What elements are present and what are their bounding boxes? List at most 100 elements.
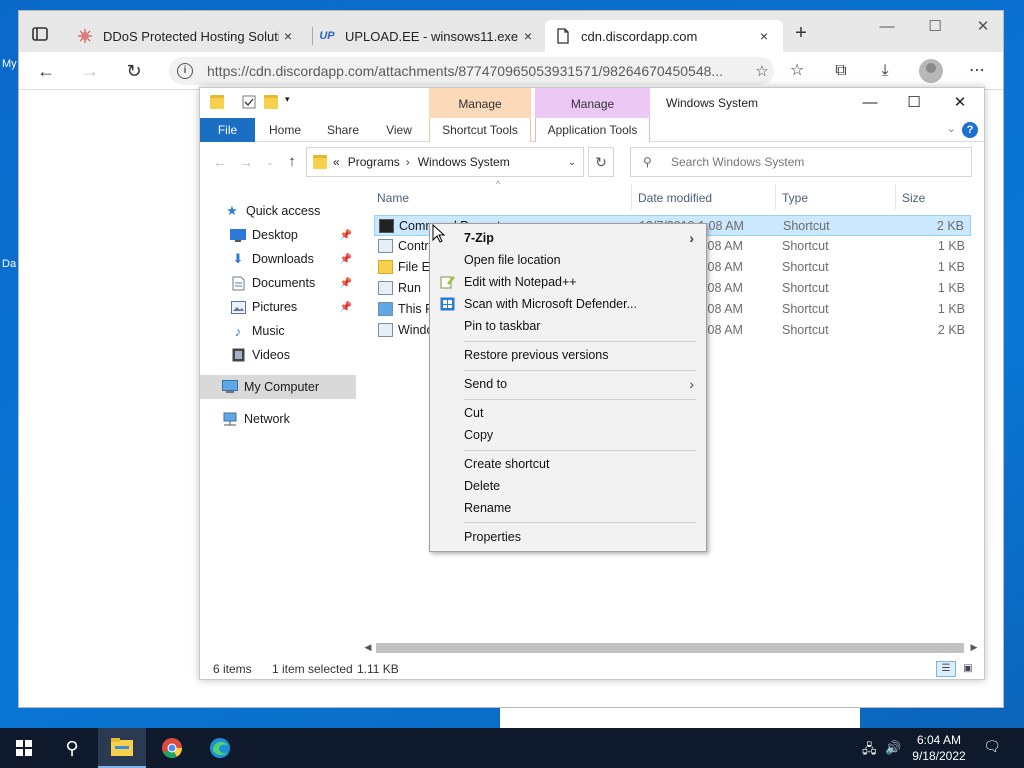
menu-item-rename[interactable]: Rename <box>430 497 706 519</box>
nav-quick-access[interactable]: ★ Quick access <box>200 199 356 223</box>
horizontal-scrollbar[interactable]: ◀ ▶ <box>360 639 982 656</box>
add-favorite-icon[interactable]: ☆ <box>750 62 774 80</box>
path-overflow[interactable]: « <box>333 155 340 169</box>
menu-item-open-file-location[interactable]: Open file location <box>430 249 706 271</box>
tab-application-tools[interactable]: Application Tools <box>535 118 650 142</box>
explorer-close-button[interactable]: ✕ <box>945 92 975 114</box>
network-tray-icon[interactable]: 🖧 <box>862 740 877 762</box>
column-divider[interactable] <box>631 184 632 210</box>
column-header-size[interactable]: Size <box>902 188 925 208</box>
tab-home[interactable]: Home <box>260 118 310 142</box>
tab-file[interactable]: File <box>200 118 255 142</box>
tab-ddos-hosting[interactable]: DDoS Protected Hosting Solutio × <box>67 20 307 52</box>
explorer-forward-icon[interactable]: → <box>236 152 256 172</box>
column-divider[interactable] <box>895 184 896 210</box>
nav-downloads[interactable]: ⬇ Downloads 📌 <box>200 247 356 271</box>
path-dropdown-icon[interactable]: ⌄ <box>561 157 583 168</box>
menu-item-cut[interactable]: Cut <box>430 402 706 424</box>
nav-music[interactable]: ♪ Music <box>200 319 356 343</box>
menu-item-properties[interactable]: Properties <box>430 526 706 548</box>
new-folder-icon[interactable] <box>264 95 278 109</box>
nav-my-computer[interactable]: My Computer <box>200 375 356 399</box>
forward-arrow-icon[interactable]: → <box>77 59 103 83</box>
nav-network[interactable]: Network <box>200 407 356 431</box>
info-icon[interactable]: i <box>177 63 193 79</box>
explorer-minimize-button[interactable]: — <box>855 92 885 114</box>
pin-icon[interactable]: 📌 <box>340 254 352 265</box>
more-options-icon[interactable]: ⋯ <box>963 59 991 83</box>
tab-view[interactable]: View <box>374 118 424 142</box>
desktop-icon-label[interactable]: Da <box>2 258 16 270</box>
menu-item-send-to[interactable]: Send to › <box>430 373 706 395</box>
nav-label: Quick access <box>246 204 321 218</box>
menu-item-edit-notepadpp[interactable]: Edit with Notepad++ <box>430 271 706 293</box>
properties-check-icon[interactable] <box>242 95 256 109</box>
recent-locations-icon[interactable]: ⌄ <box>260 152 280 172</box>
favorites-icon[interactable]: ☆ <box>783 59 811 83</box>
menu-item-copy[interactable]: Copy <box>430 424 706 446</box>
tab-upload-ee[interactable]: UP UPLOAD.EE - winsows11.exe - D × <box>309 20 547 52</box>
nav-pictures[interactable]: Pictures 📌 <box>200 295 356 319</box>
menu-item-7zip[interactable]: 7-Zip › <box>430 227 706 249</box>
file-explorer-taskbar-icon[interactable] <box>98 728 146 768</box>
customize-toolbar-icon[interactable]: ▾ <box>285 94 290 105</box>
address-bar[interactable]: i https://cdn.discordapp.com/attachments… <box>169 57 774 85</box>
explorer-back-icon[interactable]: ← <box>210 152 230 172</box>
collections-icon[interactable]: ⧉ <box>827 59 855 83</box>
scroll-left-icon[interactable]: ◀ <box>360 639 376 656</box>
scrollbar-thumb[interactable] <box>376 643 964 653</box>
system-clock[interactable]: 6:04 AM 9/18/2022 <box>900 732 978 764</box>
large-icons-view-icon[interactable]: ▣ <box>958 661 978 677</box>
maximize-button[interactable]: ☐ <box>917 15 953 39</box>
submenu-arrow-icon: › <box>689 230 694 246</box>
column-header-type[interactable]: Type <box>782 188 808 208</box>
close-tab-icon[interactable]: × <box>279 28 297 44</box>
back-arrow-icon[interactable]: ← <box>33 59 59 83</box>
refresh-icon[interactable]: ↻ <box>588 147 614 177</box>
scroll-right-icon[interactable]: ▶ <box>966 639 982 656</box>
up-arrow-icon[interactable]: ↑ <box>282 152 302 172</box>
profile-avatar[interactable] <box>919 59 943 83</box>
search-input[interactable]: ⚲ Search Windows System <box>630 147 972 177</box>
menu-item-delete[interactable]: Delete <box>430 475 706 497</box>
minimize-button[interactable]: — <box>869 15 905 39</box>
close-tab-icon[interactable]: × <box>755 28 773 44</box>
column-divider[interactable] <box>775 184 776 210</box>
explorer-maximize-button[interactable]: ☐ <box>899 92 929 114</box>
breadcrumb-separator[interactable]: › <box>406 155 410 169</box>
tab-share[interactable]: Share <box>318 118 368 142</box>
details-view-icon[interactable]: ☰ <box>936 661 956 677</box>
pin-icon[interactable]: 📌 <box>340 230 352 241</box>
column-header-date[interactable]: Date modified <box>638 188 712 208</box>
column-header-name[interactable]: Name <box>377 188 409 208</box>
refresh-icon[interactable]: ↻ <box>121 59 147 83</box>
nav-videos[interactable]: Videos <box>200 343 356 367</box>
tab-cdn-discord[interactable]: cdn.discordapp.com × <box>545 20 783 52</box>
breadcrumb-windows-system[interactable]: Windows System <box>418 155 510 169</box>
tab-shortcut-tools[interactable]: Shortcut Tools <box>429 118 531 142</box>
nav-desktop[interactable]: Desktop 📌 <box>200 223 356 247</box>
desktop-icon-label[interactable]: My <box>2 58 17 70</box>
downloads-icon[interactable]: ⤓ <box>871 59 899 83</box>
expand-ribbon-icon[interactable]: ⌄ <box>947 122 956 135</box>
help-icon[interactable]: ? <box>962 122 978 138</box>
search-icon[interactable]: ⚲ <box>48 728 96 768</box>
chrome-icon[interactable] <box>148 728 196 768</box>
pin-icon[interactable]: 📌 <box>340 278 352 289</box>
close-window-button[interactable]: ✕ <box>965 15 1001 39</box>
path-bar[interactable]: « Programs › Windows System ⌄ <box>306 147 584 177</box>
breadcrumb-programs[interactable]: Programs <box>348 155 400 169</box>
menu-item-restore-versions[interactable]: Restore previous versions <box>430 344 706 366</box>
menu-item-scan-defender[interactable]: Scan with Microsoft Defender... <box>430 293 706 315</box>
new-tab-button[interactable]: + <box>790 23 812 45</box>
volume-icon[interactable]: 🔊 <box>885 740 901 756</box>
close-tab-icon[interactable]: × <box>519 28 537 44</box>
start-button[interactable] <box>0 728 48 768</box>
menu-item-pin-taskbar[interactable]: Pin to taskbar <box>430 315 706 337</box>
edge-icon[interactable] <box>196 728 244 768</box>
tab-actions-icon[interactable] <box>29 23 51 45</box>
pin-icon[interactable]: 📌 <box>340 302 352 313</box>
menu-item-create-shortcut[interactable]: Create shortcut <box>430 453 706 475</box>
nav-documents[interactable]: Documents 📌 <box>200 271 356 295</box>
notification-icon[interactable]: 🗨 <box>982 738 1002 758</box>
